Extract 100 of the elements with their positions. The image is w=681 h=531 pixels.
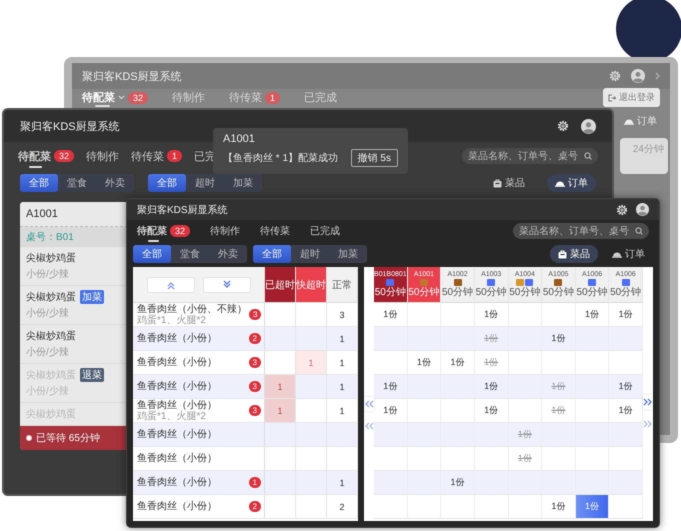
search-icon[interactable] <box>584 152 592 160</box>
count-badge: 1 <box>248 477 261 488</box>
tab[interactable]: 待制作 <box>210 224 240 238</box>
settings-icon[interactable] <box>616 204 628 216</box>
count-badge: 3 <box>248 357 261 368</box>
count-badge: 3 <box>248 405 261 416</box>
quantity-cell[interactable]: 1份 <box>374 375 408 398</box>
tab[interactable]: 待传菜 1 <box>229 90 280 105</box>
search-field[interactable]: 菜品名称、订单号、桌号 <box>462 148 598 164</box>
filter-option[interactable]: 加菜 <box>329 245 367 263</box>
dish-name: 尖椒炒鸡蛋 <box>26 290 76 304</box>
tab[interactable]: 待配菜 32 <box>137 224 190 238</box>
window-title: 聚归客KDS厨显系统 <box>82 70 182 84</box>
count-badge: 1 <box>167 150 182 162</box>
wait-time: 50分钟 <box>408 287 440 298</box>
filter-option[interactable]: 全部 <box>253 245 291 263</box>
quantity-cell[interactable]: 1份 <box>374 303 408 326</box>
filter-option[interactable]: 超时 <box>186 174 224 192</box>
tab[interactable]: 待传菜 1 <box>131 148 182 164</box>
table-cell: 1 <box>327 399 358 422</box>
quantity-cell[interactable]: 1份 <box>576 495 610 518</box>
tab[interactable]: 已完成 <box>310 224 340 238</box>
view-toggle[interactable]: 菜品 <box>485 174 533 192</box>
wait-time: 50分钟 <box>509 287 540 298</box>
tab[interactable]: 待配菜 32 <box>18 148 74 164</box>
quantity-cell[interactable]: 1份 <box>441 351 475 374</box>
count-badge: 3 <box>248 381 261 392</box>
avatar-icon[interactable] <box>636 203 649 216</box>
quantity-cell[interactable]: 1份 <box>576 303 610 326</box>
count-badge: 3 <box>249 309 262 320</box>
scroll-down-button[interactable] <box>202 276 250 292</box>
table-cell: 3 <box>327 303 358 326</box>
search-field[interactable]: 菜品名称、订单号、桌号 <box>513 223 649 239</box>
settings-icon[interactable] <box>557 120 569 132</box>
filter-option[interactable]: 全部 <box>148 174 186 192</box>
dish-name: 尖椒炒鸡蛋 <box>26 330 76 343</box>
chevron-right-icon[interactable] <box>655 72 660 80</box>
table-cell: 1 <box>265 375 296 398</box>
filter-option[interactable]: 全部 <box>133 245 171 263</box>
count-badge: 32 <box>170 225 190 237</box>
quantity-cell[interactable]: 1份 <box>474 303 508 326</box>
dish-spec: 小份/少辣 <box>26 346 70 359</box>
view-toggle[interactable]: 菜品 <box>550 245 598 263</box>
wait-time: 50分钟 <box>542 287 574 298</box>
tab[interactable]: 已完 <box>194 148 216 164</box>
bag-icon <box>493 178 502 188</box>
dish-name: 鱼香肉丝（小份） <box>137 501 218 512</box>
column-header: 正常 <box>327 267 358 302</box>
column-header: 快超时 <box>296 267 327 302</box>
view-toggle[interactable]: 订单 <box>604 245 653 263</box>
toast-message: 【鱼香肉丝 * 1】配菜成功 <box>223 152 338 165</box>
logout-icon <box>608 94 616 102</box>
undo-button[interactable]: 撤销 5s <box>350 149 398 167</box>
table-cell: 1 <box>327 471 358 494</box>
view-toggle[interactable]: 订单 <box>547 174 596 192</box>
dish-spec: 小份/少辣 <box>26 268 70 281</box>
dish-tag: 加菜 <box>80 290 104 304</box>
tab[interactable]: 待制作 <box>86 148 120 164</box>
dish-name: 鱼香肉丝（小份、不辣） <box>137 304 247 314</box>
quantity-cell[interactable]: 1份 <box>474 399 508 422</box>
filter-option[interactable]: 堂食 <box>171 245 209 263</box>
window-title: 聚归客KDS厨显系统 <box>137 204 228 216</box>
dish-tag: 退菜 <box>80 368 104 382</box>
window-title: 聚归客KDS厨显系统 <box>20 120 120 134</box>
filter-option[interactable]: 外卖 <box>96 174 134 192</box>
table-cell: 2 <box>327 495 358 518</box>
filter-option[interactable]: 超时 <box>291 245 329 263</box>
filter-option[interactable]: 外卖 <box>209 245 247 263</box>
double-chevron-up-icon[interactable] <box>166 280 176 290</box>
count-badge: 2 <box>248 333 261 344</box>
dish-name: 鱼香肉丝（小份） <box>137 400 218 410</box>
dish-name: 鱼香肉丝（小份） <box>137 357 218 368</box>
dish-name: 尖椒炒鸡蛋 <box>26 252 76 265</box>
tab[interactable]: 待传菜 <box>260 224 290 238</box>
quantity-cell[interactable]: 1份 <box>441 471 475 494</box>
filter-option[interactable]: 全部 <box>20 174 58 192</box>
count-badge: 1 <box>265 92 280 104</box>
dish-name: 鱼香肉丝（小份） <box>137 381 218 392</box>
wait-time: 50分钟 <box>476 287 507 298</box>
quantity-cell[interactable]: 1份 <box>408 351 442 374</box>
scroll-up-button[interactable] <box>146 276 194 292</box>
quantity-cell[interactable]: 1份 <box>474 375 508 398</box>
bag-icon <box>558 250 567 258</box>
count-badge: 2 <box>248 501 261 512</box>
quantity-cell[interactable]: 1份 <box>542 327 576 350</box>
logout-button[interactable]: 退出登录 <box>603 88 660 107</box>
toast-title: A1001 <box>223 133 256 145</box>
table-cell: 1 <box>327 351 358 374</box>
count-badge: 32 <box>54 150 74 162</box>
quantity-cell[interactable]: 1份 <box>609 303 643 326</box>
dish-name: 鱼香肉丝（小份） <box>137 453 218 464</box>
avatar-icon[interactable] <box>581 118 596 134</box>
filter-option[interactable]: 加菜 <box>224 174 262 192</box>
table-cell: 1 <box>327 327 358 350</box>
search-icon[interactable] <box>635 227 643 235</box>
tab[interactable]: 待配菜 32 <box>82 90 148 105</box>
filter-option[interactable]: 堂食 <box>58 174 96 192</box>
column-header: 已超时 <box>265 267 296 302</box>
table-cell: 1 <box>327 375 358 398</box>
double-chevron-down-icon[interactable] <box>222 280 232 290</box>
